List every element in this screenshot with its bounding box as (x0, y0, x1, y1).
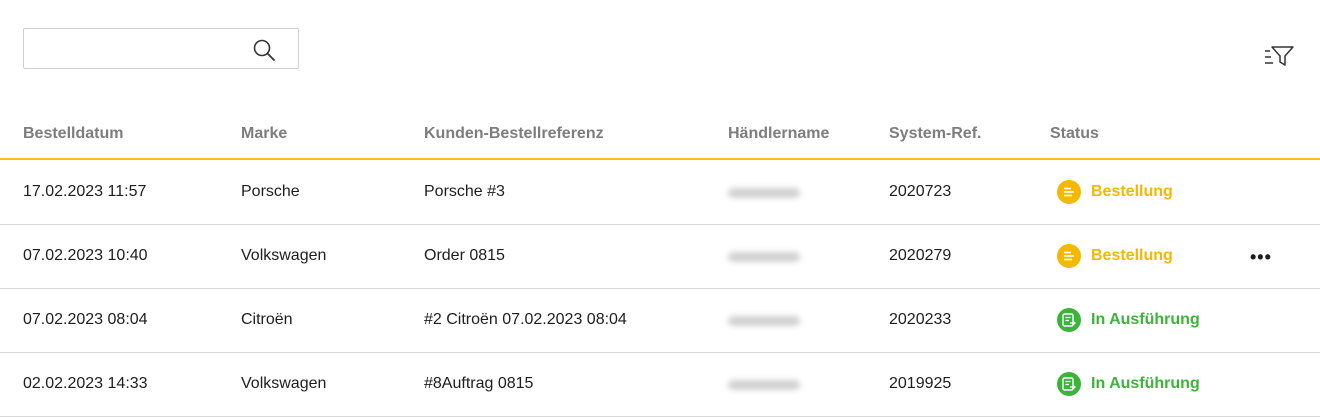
dealer-name-redacted (728, 380, 800, 390)
dealer-name-redacted (728, 252, 800, 262)
column-header-haendlername[interactable]: Händlername (728, 125, 829, 143)
in-progress-status-icon (1057, 308, 1081, 332)
filter-icon[interactable] (1264, 44, 1294, 68)
cell-brand: Volkswagen (241, 375, 327, 392)
column-header-marke[interactable]: Marke (241, 125, 287, 143)
search-input[interactable] (34, 37, 248, 63)
dealer-name-redacted (728, 188, 800, 198)
cell-customer-reference: #8Auftrag 0815 (424, 375, 534, 392)
cell-customer-reference: Order 0815 (424, 247, 505, 264)
table-row[interactable]: 17.02.2023 11:57 Porsche Porsche #3 2020… (0, 161, 1320, 225)
cell-order-date: 17.02.2023 11:57 (23, 183, 147, 200)
order-status-icon (1057, 180, 1081, 204)
cell-order-date: 07.02.2023 08:04 (23, 311, 148, 328)
column-header-bestelldatum[interactable]: Bestelldatum (23, 125, 123, 143)
search-box[interactable] (23, 28, 299, 69)
column-header-kunden-bestellreferenz[interactable]: Kunden-Bestellreferenz (424, 125, 604, 143)
status-badge: Bestellung (1057, 244, 1173, 268)
cell-system-ref: 2020233 (889, 311, 952, 328)
cell-brand: Volkswagen (241, 247, 327, 264)
cell-system-ref: 2020723 (889, 183, 952, 200)
dealer-name-redacted (728, 316, 800, 326)
cell-customer-reference: Porsche #3 (424, 183, 505, 200)
status-label: In Ausführung (1091, 375, 1200, 392)
more-options-icon[interactable]: ••• (1250, 247, 1272, 268)
status-badge: Bestellung (1057, 180, 1173, 204)
status-label: Bestellung (1091, 183, 1173, 200)
table-row[interactable]: 07.02.2023 10:40 Volkswagen Order 0815 2… (0, 225, 1320, 289)
cell-customer-reference: #2 Citroën 07.02.2023 08:04 (424, 311, 627, 328)
cell-order-date: 02.02.2023 14:33 (23, 375, 148, 392)
table-row[interactable]: 07.02.2023 08:04 Citroën #2 Citroën 07.0… (0, 289, 1320, 353)
status-label: In Ausführung (1091, 311, 1200, 328)
table-row[interactable]: 02.02.2023 14:33 Volkswagen #8Auftrag 08… (0, 353, 1320, 417)
column-header-status[interactable]: Status (1050, 125, 1099, 143)
table-header: Bestelldatum Marke Kunden-Bestellreferen… (0, 108, 1320, 160)
in-progress-status-icon (1057, 372, 1081, 396)
status-badge: In Ausführung (1057, 308, 1200, 332)
cell-brand: Citroën (241, 311, 293, 328)
order-status-icon (1057, 244, 1081, 268)
column-header-system-ref[interactable]: System-Ref. (889, 125, 981, 143)
status-label: Bestellung (1091, 247, 1173, 264)
cell-order-date: 07.02.2023 10:40 (23, 247, 148, 264)
status-badge: In Ausführung (1057, 372, 1200, 396)
cell-system-ref: 2019925 (889, 375, 952, 392)
cell-system-ref: 2020279 (889, 247, 952, 264)
cell-brand: Porsche (241, 183, 300, 200)
search-icon[interactable] (252, 38, 276, 62)
